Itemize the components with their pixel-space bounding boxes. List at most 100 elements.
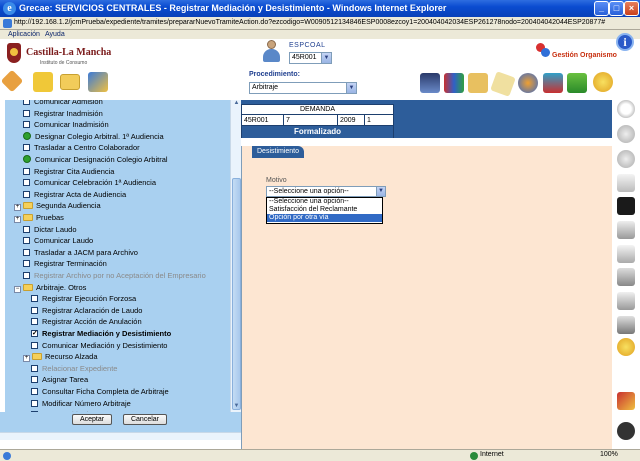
documents-icon[interactable] [617,174,635,192]
management-icon[interactable] [536,43,550,57]
maximize-button[interactable]: □ [609,1,624,16]
task-checkbox[interactable] [23,272,30,279]
chevron-down-icon[interactable]: ▼ [346,83,356,93]
task-checkbox[interactable] [31,318,38,326]
management-link[interactable]: Gestión Organismo [552,52,617,59]
task-checkbox[interactable] [23,260,30,268]
forward-icon[interactable] [617,150,635,168]
tree-horizontal-scrollbar[interactable] [0,432,241,440]
task-checkbox[interactable] [31,364,38,372]
tree-item[interactable]: + Pruebas [14,212,64,223]
motivo-option[interactable]: Satisfacción del Reclamante [267,206,382,214]
task-checkbox[interactable] [31,399,38,407]
tree-vertical-scrollbar[interactable]: ▲ ▼ [230,100,241,412]
tools-icon[interactable] [567,73,587,93]
tree-item[interactable]: Comunicar Designación Colegio Arbitral [23,154,168,165]
scroll-down-arrow-icon[interactable]: ▼ [232,403,241,411]
scroll-up-arrow-icon[interactable]: ▲ [232,100,241,108]
network-icon[interactable] [543,73,563,93]
globe-icon[interactable] [518,73,538,93]
cancel-button[interactable]: Cancelar [123,414,167,425]
vehicle-icon[interactable] [617,422,635,440]
address-bar[interactable]: http://192.168.1.2/jcmPrueba/expediente/… [0,17,640,30]
task-checkbox[interactable] [31,341,38,349]
user-code-select[interactable]: 45R001 ▼ [289,52,332,64]
task-checkbox[interactable] [23,225,30,233]
tree-item[interactable]: Consultar Ficha Completa de Arbitraje [31,386,169,397]
tag-icon[interactable] [0,69,24,93]
task-checkbox[interactable] [23,144,30,152]
task-checkbox[interactable] [23,167,30,175]
copy-icon[interactable] [617,245,635,263]
tree-item[interactable]: Registrar Mediación y Desistimiento [31,328,171,339]
tree-item[interactable]: + Segunda Audiencia [14,200,101,212]
page-icon[interactable] [617,221,635,239]
task-checkbox[interactable] [31,328,38,339]
expand-plus-icon[interactable]: + [14,216,21,223]
motivo-select[interactable]: --Seleccione una opción-- ▼ [266,186,386,197]
tree-item[interactable]: Trasladar a JACM para Archivo [23,247,138,258]
procedure-select[interactable]: Arbitraje ▼ [249,82,357,94]
tree-item[interactable]: Registrar Aclaración de Laudo [31,305,142,316]
tools-icon[interactable] [617,392,635,410]
accept-button[interactable]: Aceptar [72,414,112,425]
motivo-option[interactable]: --Seleccione una opción-- [267,198,382,206]
tree-item[interactable]: Registrar Acta de Audiencia [23,189,126,200]
task-checkbox[interactable] [23,109,30,117]
tab-desistimiento[interactable]: Desistimiento [252,146,305,158]
address-url[interactable]: http://192.168.1.2/jcmPrueba/expediente/… [14,19,605,26]
motivo-option[interactable]: Opción por otra vía [267,214,382,222]
tree-item[interactable]: Dictar Laudo [23,224,77,235]
tree-item[interactable]: Registrar Inadmisión [23,108,103,119]
document-star-icon[interactable] [33,72,53,92]
tree-item[interactable]: + Recurso Alzada [23,351,98,363]
tree-item[interactable]: Registrar Acción de Anulación [31,316,142,327]
chevron-down-icon[interactable]: ▼ [321,53,331,63]
task-checkbox[interactable] [23,100,30,105]
tree-item[interactable]: Comunicar Mediación y Desistimiento [31,340,167,351]
expand-plus-icon[interactable]: + [14,204,21,212]
tree-item[interactable]: Trasladar a Centro Colaborador [23,142,140,153]
collapse-minus-icon[interactable]: − [14,285,21,293]
task-checkbox[interactable] [31,295,38,303]
tree-item[interactable]: Registrar Ejecución Forzosa [31,293,136,304]
task-checkbox[interactable] [23,237,30,245]
tree-item[interactable]: Modificar Número Arbitraje [31,398,131,409]
tree-item[interactable]: Asignar Tarea [31,374,88,385]
zoom-level[interactable]: 100% [600,451,618,458]
save-disk-icon[interactable] [617,197,635,215]
clip-icon[interactable] [617,268,635,286]
books-icon[interactable] [444,73,464,93]
task-checkbox[interactable] [23,121,30,129]
tree-item[interactable]: Comunicar Laudo [23,235,93,246]
stack-icon[interactable] [617,292,635,310]
task-checkbox[interactable] [31,376,38,384]
envelope-icon[interactable] [490,71,516,97]
tree-item[interactable]: − Arbitraje. Otros [14,282,86,293]
tree-item[interactable]: Registrar Terminación [23,258,107,269]
printer-icon[interactable] [420,73,440,93]
tree-item[interactable]: Registrar Cita Audiencia [23,166,114,177]
menu-aplicacion[interactable]: Aplicación [8,31,40,38]
minimize-button[interactable]: _ [594,1,609,16]
sun-icon[interactable] [617,338,635,356]
info-icon[interactable]: i [616,33,634,51]
tree-item[interactable]: Comunicar Inadmisión [23,119,109,130]
chevron-down-icon[interactable]: ▼ [376,187,385,196]
task-checkbox[interactable] [31,306,38,314]
menu-ayuda[interactable]: Ayuda [45,31,65,38]
sun-icon[interactable] [593,72,613,92]
task-checkbox[interactable] [31,388,38,395]
close-button[interactable]: × [624,1,639,16]
tree-item[interactable]: Comunicar Celebración 1ª Audiencia [23,177,156,188]
scroll-thumb[interactable] [232,178,241,410]
computer-folder-icon[interactable] [88,72,108,92]
task-checkbox[interactable] [23,179,30,187]
archive-icon[interactable] [468,73,488,93]
task-checkbox[interactable] [23,248,30,256]
task-checkbox[interactable] [23,190,30,198]
folder-icon[interactable] [60,74,80,90]
back-icon[interactable] [617,125,635,143]
expand-plus-icon[interactable]: + [23,355,30,363]
magnifier-icon[interactable] [617,100,635,118]
